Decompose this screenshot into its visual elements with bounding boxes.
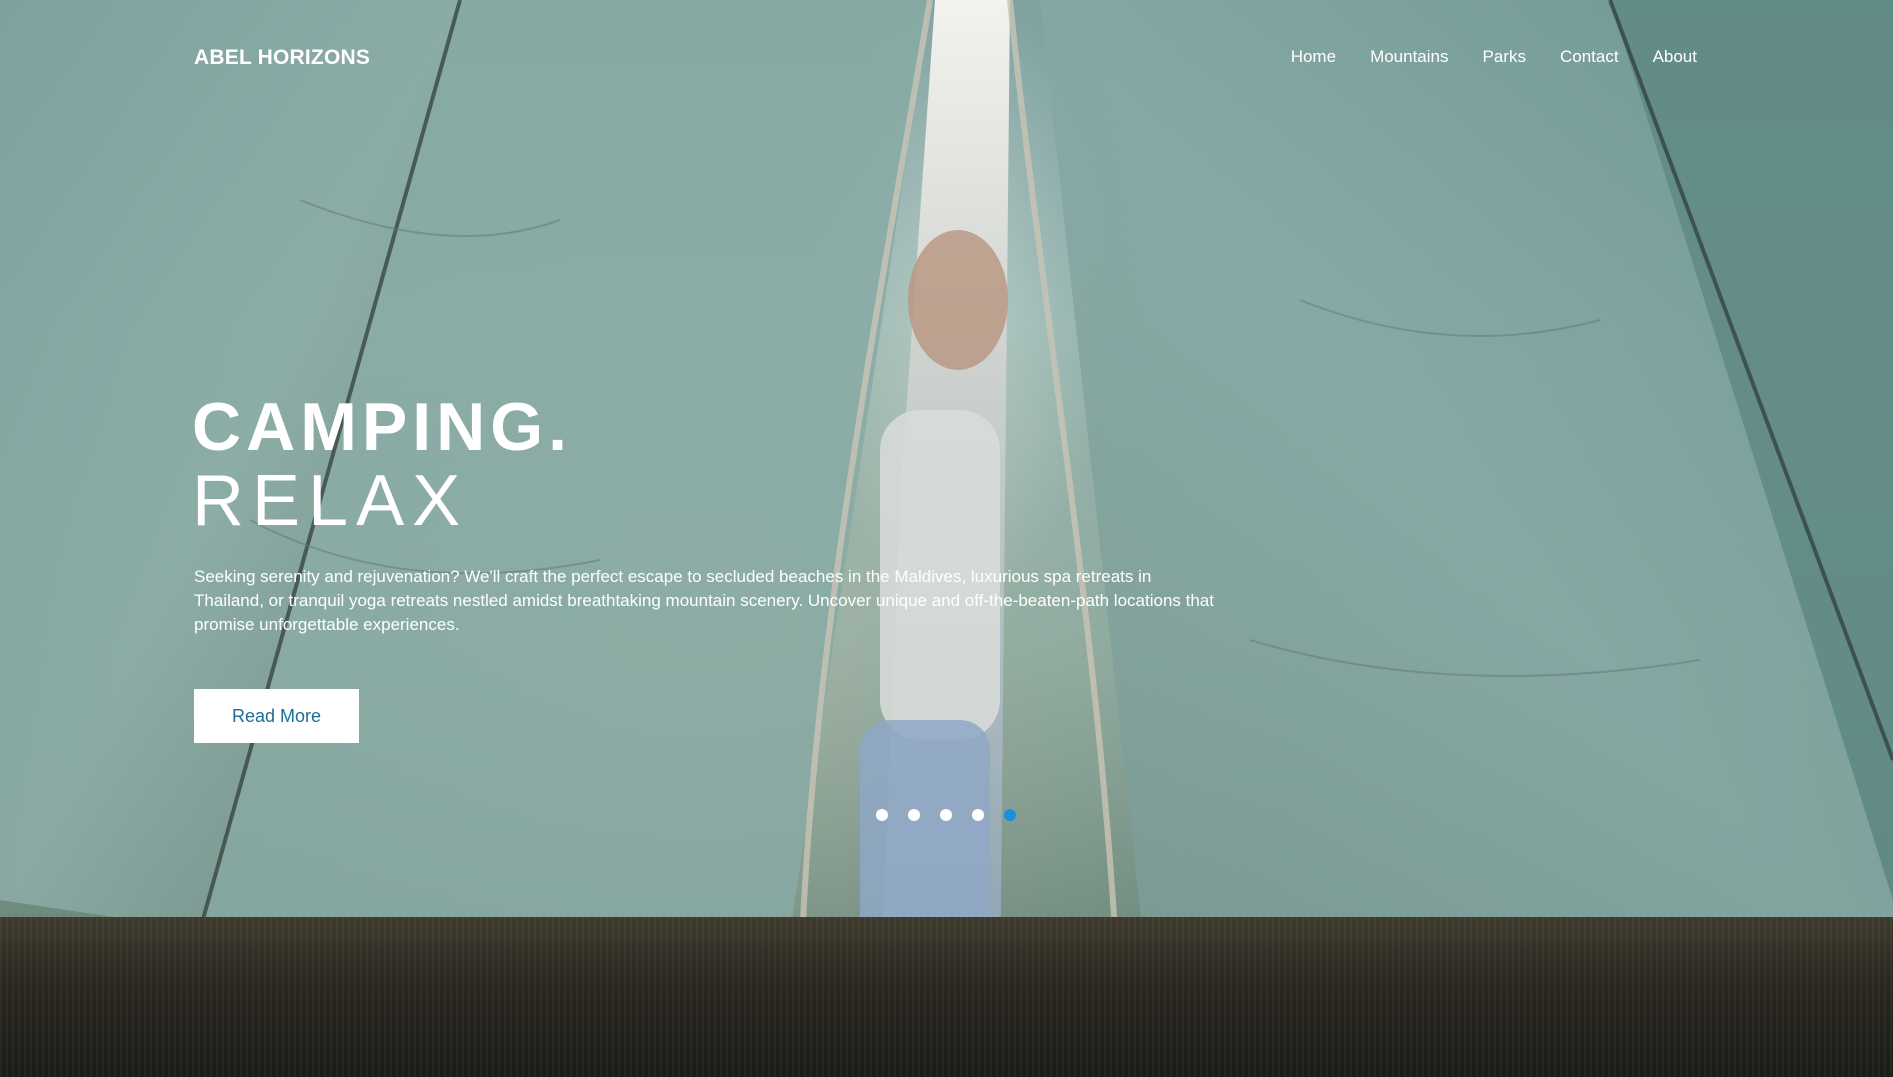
headline-line-1: CAMPING. [192, 389, 572, 466]
nav-item-home[interactable]: Home [1291, 47, 1336, 67]
hero-description: Seeking serenity and rejuvenation? We'll… [194, 567, 1214, 634]
brand-logo[interactable]: ABEL HORIZONS [194, 46, 370, 70]
nav-item-about[interactable]: About [1653, 47, 1697, 67]
slider-pagination [876, 809, 1016, 821]
slider-dot-5[interactable] [1004, 809, 1016, 821]
tent-floor [0, 917, 1893, 1077]
hero-headline: CAMPING. RELAX [192, 393, 572, 537]
read-more-button[interactable]: Read More [194, 689, 359, 743]
slider-dot-2[interactable] [908, 809, 920, 821]
slider-dot-1[interactable] [876, 809, 888, 821]
nav-item-contact[interactable]: Contact [1560, 47, 1619, 67]
hero-section: ABEL HORIZONS Home Mountains Parks Conta… [0, 0, 1893, 1077]
slider-dot-3[interactable] [940, 809, 952, 821]
nav-item-parks[interactable]: Parks [1483, 47, 1526, 67]
slider-dot-4[interactable] [972, 809, 984, 821]
headline-line-2: RELAX [192, 461, 469, 542]
nav-item-mountains[interactable]: Mountains [1370, 47, 1448, 67]
nav-menu: Home Mountains Parks Contact About [1291, 47, 1697, 67]
top-navigation: ABEL HORIZONS Home Mountains Parks Conta… [0, 0, 1893, 116]
